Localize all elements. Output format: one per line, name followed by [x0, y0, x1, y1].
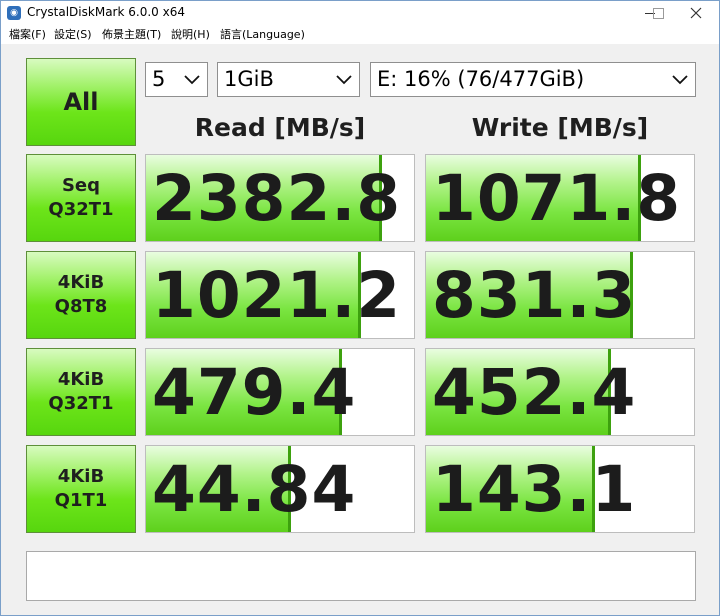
all-button[interactable]: All: [26, 58, 136, 146]
comment-input[interactable]: [26, 551, 696, 601]
read-value: 2382.8: [152, 162, 402, 235]
chevron-down-icon: [336, 75, 352, 85]
4kib-q8t8-button[interactable]: 4KiB Q8T8: [26, 251, 136, 339]
title-bar[interactable]: ◉ CrystalDiskMark 6.0.0 x64: [1, 1, 719, 25]
crystaldiskmark-app-icon: ◉: [7, 6, 21, 20]
test-label-line1: 4KiB: [57, 369, 105, 390]
menu-bar: 檔案(F) 設定(S) 佈景主題(T) 說明(H) 語言(Language): [1, 24, 719, 43]
read-value: 44.84: [152, 453, 357, 526]
write-result-4kib-q32t1: 452.4: [425, 348, 695, 436]
test-label-line1: Seq: [61, 175, 101, 196]
test-label-line2: Q32T1: [48, 393, 114, 414]
test-size-value: 1GiB: [224, 67, 274, 91]
test-label-line2: Q8T8: [54, 296, 108, 317]
read-result-seq-q32t1: 2382.8: [145, 154, 415, 242]
test-label-line1: 4KiB: [57, 466, 105, 487]
test-label-line2: Q32T1: [48, 199, 114, 220]
menu-theme[interactable]: 佈景主題(T): [102, 26, 161, 42]
4kib-q1t1-button[interactable]: 4KiB Q1T1: [26, 445, 136, 533]
write-value: 1071.8: [432, 162, 682, 235]
chevron-down-icon: [184, 75, 200, 85]
write-value: 831.3: [432, 259, 637, 332]
write-value: 452.4: [432, 356, 637, 429]
read-column-header: Read [MB/s]: [194, 113, 366, 142]
menu-help[interactable]: 說明(H): [171, 26, 210, 42]
maximize-icon: [652, 7, 664, 19]
write-result-4kib-q8t8: 831.3: [425, 251, 695, 339]
write-column-header: Write [MB/s]: [471, 113, 649, 142]
close-icon: [690, 7, 702, 19]
test-size-select[interactable]: 1GiB: [217, 62, 360, 97]
write-value: 143.1: [432, 453, 637, 526]
menu-file[interactable]: 檔案(F): [9, 26, 46, 42]
menu-language[interactable]: 語言(Language): [220, 26, 305, 42]
read-result-4kib-q8t8: 1021.2: [145, 251, 415, 339]
test-label-line1: 4KiB: [57, 272, 105, 293]
close-button[interactable]: [673, 1, 719, 25]
test-label-line2: Q1T1: [54, 490, 108, 511]
chevron-down-icon: [672, 75, 688, 85]
drive-value: E: 16% (76/477GiB): [377, 67, 585, 91]
write-result-seq-q32t1: 1071.8: [425, 154, 695, 242]
read-value: 1021.2: [152, 259, 402, 332]
read-result-4kib-q1t1: 44.84: [145, 445, 415, 533]
read-value: 479.4: [152, 356, 357, 429]
window-title: CrystalDiskMark 6.0.0 x64: [27, 5, 185, 19]
drive-select[interactable]: E: 16% (76/477GiB): [370, 62, 696, 97]
test-count-value: 5: [152, 67, 166, 91]
main-panel: All 5 1GiB E: 16% (76/477GiB) Read [MB/s…: [1, 44, 719, 615]
test-count-select[interactable]: 5: [145, 62, 208, 97]
write-result-4kib-q1t1: 143.1: [425, 445, 695, 533]
4kib-q32t1-button[interactable]: 4KiB Q32T1: [26, 348, 136, 436]
seq-q32t1-button[interactable]: Seq Q32T1: [26, 154, 136, 242]
read-result-4kib-q32t1: 479.4: [145, 348, 415, 436]
app-window: ◉ CrystalDiskMark 6.0.0 x64 檔案(F) 設定(S) …: [0, 0, 720, 616]
menu-settings[interactable]: 設定(S): [54, 26, 92, 42]
